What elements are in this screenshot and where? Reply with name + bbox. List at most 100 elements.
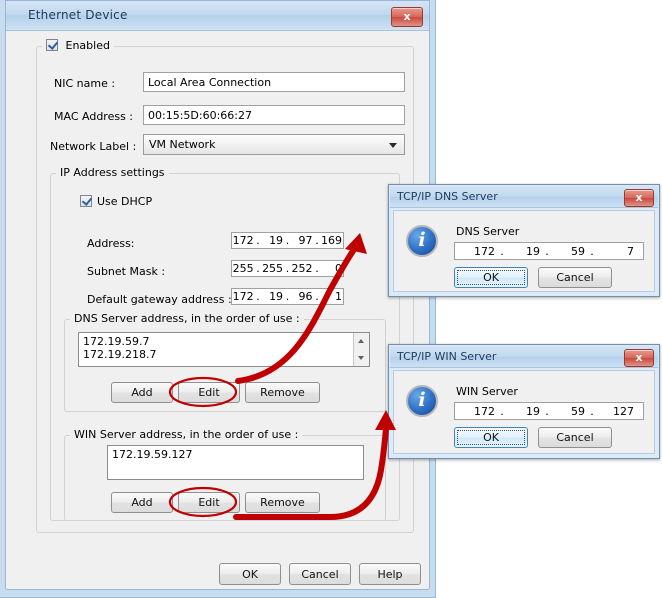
dns-cancel-button[interactable]: Cancel [538,267,612,288]
subnet-mask-label: Subnet Mask : [87,265,165,278]
ip-dot: . [496,405,508,418]
win-server-legend: WIN Server address, in the order of use … [70,428,302,441]
dns-server-listbox[interactable]: 172.19.59.7 172.19.218.7 [78,332,370,367]
subnet-octet-2[interactable]: 255 [261,262,284,275]
win-ip-field[interactable]: 172 . 19 . 59 . 127 [454,402,644,420]
mac-address-label: MAC Address : [54,110,133,123]
window-title: Ethernet Device [28,8,128,22]
dns-remove-button[interactable]: Remove [245,382,320,403]
dns-dialog-titlebar: TCP/IP DNS Server x [390,186,658,208]
address-octet-4[interactable]: 169 [320,234,343,247]
gateway-octet-4[interactable]: 1 [320,290,343,303]
win-dialog-body: WIN Server 172 . 19 . 59 . 127 OK Cancel [393,370,655,454]
help-button[interactable]: Help [359,563,421,585]
gateway-octet-3[interactable]: 96 [291,290,314,303]
address-label: Address: [87,237,135,250]
ip-dot: . [586,405,598,418]
subnet-octet-1[interactable]: 255 [232,262,255,275]
win-octet-1[interactable]: 172 [455,405,496,418]
address-ip-field[interactable]: 172 . 19 . 97 . 169 [231,232,344,249]
ip-dot: . [255,290,262,303]
win-octet-2[interactable]: 19 [508,405,541,418]
nic-name-label: NIC name : [54,77,115,90]
info-icon [406,225,438,257]
address-octet-2[interactable]: 19 [261,234,284,247]
ip-dot: . [496,245,508,258]
dns-add-button[interactable]: Add [111,382,173,403]
dns-server-legend: DNS Server address, in the order of use … [70,312,304,325]
ethernet-device-window: Ethernet Device x Enabled NIC name : MAC… [0,0,436,598]
ip-dot: . [314,290,321,303]
dns-octet-4[interactable]: 7 [598,245,635,258]
ip-dot: . [255,234,262,247]
network-label-value: VM Network [149,138,215,151]
tcpip-dns-server-dialog: TCP/IP DNS Server x DNS Server 172 . 19 … [388,184,660,297]
mac-address-input[interactable] [143,105,405,125]
dns-octet-2[interactable]: 19 [508,245,541,258]
dns-ok-button[interactable]: OK [454,267,528,288]
subnet-octet-4[interactable]: 0 [320,262,343,275]
dns-field-label: DNS Server [456,225,519,238]
win-field-label: WIN Server [456,385,518,398]
nic-name-input[interactable] [143,72,405,92]
dns-dialog-body: DNS Server 172 . 19 . 59 . 7 OK Cancel [393,210,655,292]
focus-outline [457,430,525,445]
titlebar: Ethernet Device x [6,1,429,31]
close-icon[interactable]: x [391,7,423,27]
ethernet-device-frame: Ethernet Device x Enabled NIC name : MAC… [5,0,430,590]
win-edit-button[interactable]: Edit [178,492,240,513]
tcpip-win-server-dialog: TCP/IP WIN Server x WIN Server 172 . 19 … [388,344,660,459]
network-label-combo[interactable]: VM Network [143,134,405,155]
use-dhcp-label: Use DHCP [97,195,152,208]
ip-dot: . [586,245,598,258]
win-dialog-titlebar: TCP/IP WIN Server x [390,346,658,368]
ip-dot: . [284,290,291,303]
win-server-listbox[interactable]: 172.19.59.127 [107,445,364,480]
subnet-octet-3[interactable]: 252 [291,262,314,275]
ip-dot: . [541,405,553,418]
dns-scrollbar[interactable] [353,333,369,366]
close-icon[interactable]: x [624,189,654,207]
win-dialog-title: TCP/IP WIN Server [397,350,496,363]
default-gateway-label: Default gateway address : [87,293,232,306]
ip-dot: . [284,262,291,275]
win-octet-3[interactable]: 59 [553,405,586,418]
ip-dot: . [255,262,262,275]
enabled-label: Enabled [66,39,110,52]
win-remove-button[interactable]: Remove [245,492,320,513]
chevron-down-icon [389,143,397,148]
enabled-checkbox[interactable] [46,39,58,51]
dns-edit-button[interactable]: Edit [178,382,240,403]
ip-dot: . [314,262,321,275]
gateway-octet-1[interactable]: 172 [232,290,255,303]
win-cancel-button[interactable]: Cancel [538,427,612,448]
win-add-button[interactable]: Add [111,492,173,513]
dns-ip-field[interactable]: 172 . 19 . 59 . 7 [454,242,644,260]
dns-octet-1[interactable]: 172 [455,245,496,258]
ip-dot: . [314,234,321,247]
dns-dialog-title: TCP/IP DNS Server [397,190,498,203]
default-gateway-ip-field[interactable]: 172 . 19 . 96 . 1 [231,288,344,305]
gateway-octet-2[interactable]: 19 [261,290,284,303]
enabled-groupbox-legend: Enabled [42,39,114,52]
use-dhcp-checkbox[interactable] [80,195,92,207]
focus-outline [457,270,525,285]
list-item[interactable]: 172.19.59.7 [79,335,369,348]
scroll-down-arrow-icon[interactable] [354,351,369,366]
network-label-label: Network Label : [50,140,136,153]
address-octet-1[interactable]: 172 [232,234,255,247]
ok-button[interactable]: OK [219,563,281,585]
ip-dot: . [284,234,291,247]
scroll-up-arrow-icon[interactable] [354,333,369,348]
win-octet-4[interactable]: 127 [598,405,635,418]
list-item[interactable]: 172.19.218.7 [79,348,369,361]
win-ok-button[interactable]: OK [454,427,528,448]
info-icon [406,385,438,417]
list-item[interactable]: 172.19.59.127 [108,448,363,461]
subnet-mask-ip-field[interactable]: 255 . 255 . 252 . 0 [231,260,344,277]
dns-octet-3[interactable]: 59 [553,245,586,258]
close-icon[interactable]: x [624,349,654,367]
cancel-button[interactable]: Cancel [289,563,351,585]
ip-settings-legend: IP Address settings [56,166,169,179]
address-octet-3[interactable]: 97 [291,234,314,247]
